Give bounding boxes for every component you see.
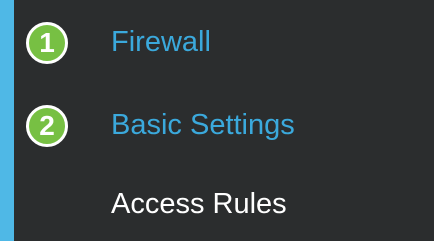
active-section-indicator <box>0 0 14 241</box>
menu-item-label[interactable]: Basic Settings <box>111 109 295 142</box>
menu-item-basic-settings[interactable]: 2 Basic Settings <box>14 95 434 159</box>
menu-item-label[interactable]: Access Rules <box>111 188 287 221</box>
menu-item-label[interactable]: Firewall <box>111 26 211 59</box>
step-2-badge: 2 <box>26 105 68 147</box>
menu-item-firewall[interactable]: 1 Firewall <box>14 12 434 76</box>
step-1-badge: 1 <box>26 22 68 64</box>
menu-item-access-rules[interactable]: Access Rules <box>14 174 434 238</box>
sidebar-menu: 1 Firewall 2 Basic Settings Access Rules <box>0 0 434 241</box>
